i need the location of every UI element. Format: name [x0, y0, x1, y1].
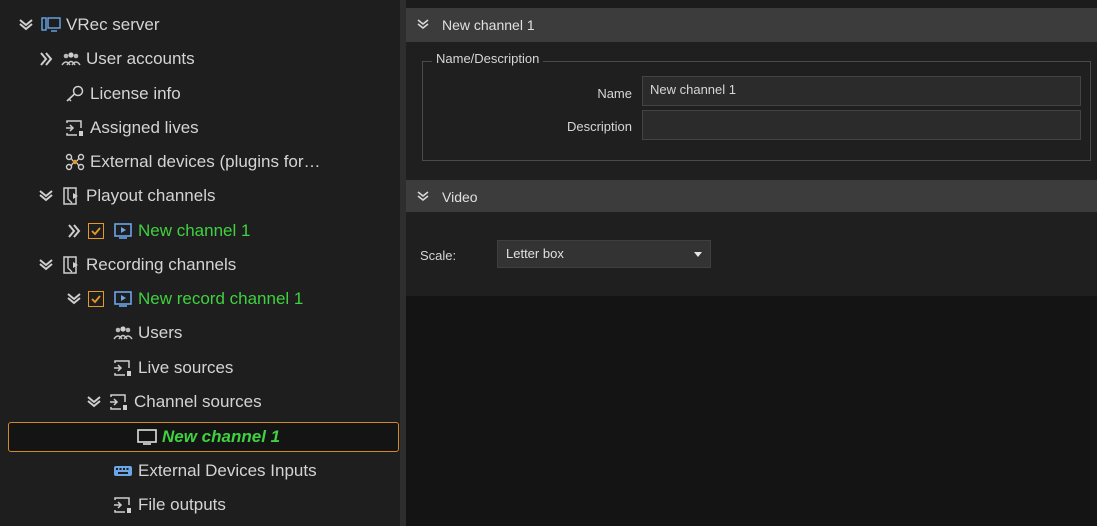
file-output-icon: [112, 495, 134, 515]
tree-item-file-outputs[interactable]: File outputs: [112, 490, 226, 520]
users-group-icon: [60, 49, 82, 69]
tree-item-playout-new-channel-1[interactable]: New channel 1: [64, 216, 250, 246]
chevron-down-icon[interactable]: [416, 19, 430, 31]
chevron-down-icon[interactable]: [36, 186, 56, 206]
live-source-icon: [64, 118, 86, 138]
section-title: New channel 1: [442, 17, 535, 33]
name-label: Name: [597, 86, 632, 101]
tree-item-label: New record channel 1: [138, 289, 304, 308]
play-screen-icon: [112, 289, 134, 309]
tree-item-label: File outputs: [138, 495, 226, 514]
tree-item-users[interactable]: Users: [112, 318, 182, 348]
tree-item-label: Users: [138, 323, 183, 342]
tree-item-license-info[interactable]: License info: [64, 79, 181, 109]
tree-item-label: External Devices Inputs: [138, 461, 317, 480]
chevron-down-icon[interactable]: [416, 191, 430, 203]
tree-item-label: Live sources: [138, 358, 234, 377]
tree-item-label: Channel sources: [134, 392, 262, 411]
plugin-network-icon: [64, 152, 86, 172]
tree-item-new-record-channel-1[interactable]: New record channel 1: [64, 284, 303, 314]
tree-item-label: New channel 1: [162, 427, 281, 446]
tree-item-vrec-server[interactable]: VRec server: [16, 10, 160, 40]
name-field[interactable]: New channel 1: [642, 76, 1081, 106]
navigation-tree: VRec server User accounts License info A…: [0, 0, 400, 526]
section-body-channel: Name/Description Name New channel 1 Desc…: [406, 42, 1097, 182]
server-monitor-icon: [40, 15, 62, 35]
tree-item-assigned-lives[interactable]: Assigned lives: [64, 113, 199, 143]
tree-item-label: License info: [90, 84, 181, 103]
section-header-video[interactable]: Video: [406, 180, 1097, 214]
chevron-down-icon[interactable]: [64, 289, 84, 309]
tree-item-channel-sources[interactable]: Channel sources: [84, 387, 262, 417]
enabled-checkbox[interactable]: [88, 223, 104, 239]
description-field[interactable]: [642, 110, 1081, 140]
channel-folder-icon: [60, 186, 82, 206]
tree-item-label: Assigned lives: [90, 118, 199, 137]
section-header-channel[interactable]: New channel 1: [406, 8, 1097, 42]
tree-item-user-accounts[interactable]: User accounts: [36, 44, 195, 74]
tree-item-label: User accounts: [86, 49, 195, 68]
key-icon: [64, 84, 86, 104]
scale-dropdown[interactable]: Letter box: [497, 240, 711, 268]
chevron-down-icon[interactable]: [84, 392, 104, 412]
dropdown-caret-icon[interactable]: [694, 252, 702, 257]
scale-label: Scale:: [420, 248, 457, 263]
monitor-icon: [136, 427, 158, 447]
keyboard-icon: [112, 461, 134, 481]
section-title: Video: [442, 189, 478, 205]
tree-item-external-devices[interactable]: External devices (plugins for…: [64, 147, 321, 177]
tree-item-label: New channel 1: [138, 221, 251, 240]
chevron-right-icon[interactable]: [36, 49, 56, 69]
tree-item-live-sources[interactable]: Live sources: [112, 353, 233, 383]
live-source-icon: [108, 392, 130, 412]
play-screen-icon: [112, 221, 134, 241]
tree-item-label: Playout channels: [86, 186, 216, 205]
tree-item-label: Recording channels: [86, 255, 237, 274]
channel-folder-icon: [60, 255, 82, 275]
tree-item-playout-channels[interactable]: Playout channels: [36, 181, 215, 211]
tree-item-recording-channels[interactable]: Recording channels: [36, 250, 236, 280]
enabled-checkbox[interactable]: [88, 291, 104, 307]
users-group-icon: [112, 323, 134, 343]
description-label: Description: [566, 119, 632, 134]
empty-area: [406, 296, 1097, 526]
tree-item-label: VRec server: [66, 15, 160, 34]
tree-item-channel-source-new-channel-1[interactable]: New channel 1: [136, 422, 280, 452]
chevron-down-icon[interactable]: [16, 15, 36, 35]
tree-item-label: External devices (plugins for…: [90, 152, 321, 171]
live-source-icon: [112, 358, 134, 378]
properties-panel: New channel 1 Name/Description Name New …: [406, 0, 1097, 526]
chevron-right-icon[interactable]: [64, 221, 84, 241]
group-title: Name/Description: [432, 51, 544, 66]
tree-item-external-devices-inputs[interactable]: External Devices Inputs: [112, 456, 317, 486]
section-body-video: Scale: Letter box: [406, 212, 1097, 296]
scale-selected-value: Letter box: [506, 246, 564, 261]
chevron-down-icon[interactable]: [36, 255, 56, 275]
